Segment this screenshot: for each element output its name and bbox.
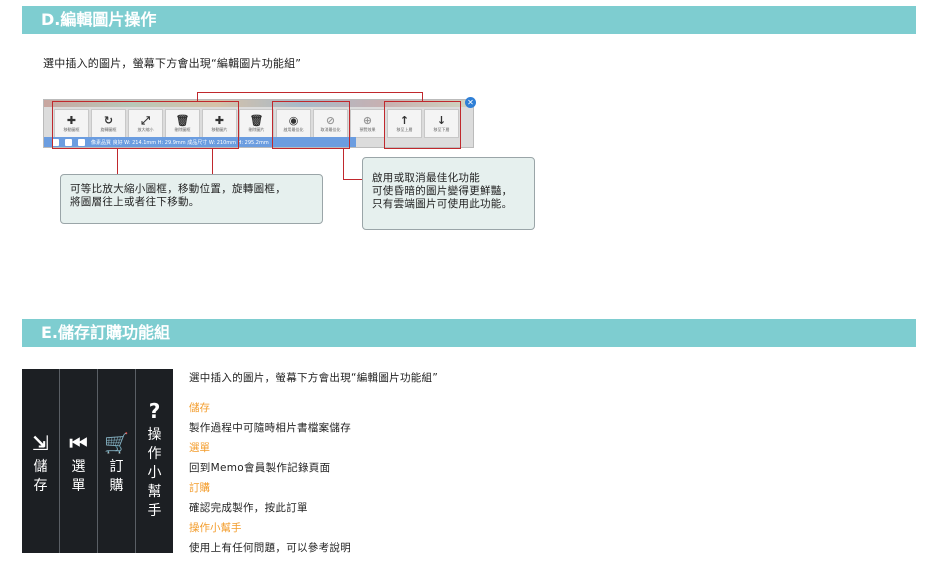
toolbar-button-label: 刪除圖片 xyxy=(248,126,265,132)
section-e-description: 選中插入的圖片，螢幕下方會出現“編輯圖片功能組” 儲存 製作過程中可隨時相片書檔… xyxy=(189,368,438,558)
panel-button-label: 訂購 xyxy=(109,459,124,494)
connector-line xyxy=(197,92,423,93)
section-e-intro: 選中插入的圖片，螢幕下方會出現“編輯圖片功能組” xyxy=(189,372,439,384)
connector-line xyxy=(422,92,423,101)
callout-frame-controls: 可等比放大縮小圖框，移動位置，旋轉圖框， 將圖層往上或者往下移動。 xyxy=(60,174,323,224)
connector-line xyxy=(212,149,213,174)
section-e-title: E.儲存訂購功能組 xyxy=(22,319,916,347)
rewind-icon: ⏮ xyxy=(69,431,88,455)
callout-line: 只有雲端圖片可使用此功能。 xyxy=(372,198,513,210)
zoom-icon: ⊕ xyxy=(362,113,373,127)
item-text-order: 確認完成製作，按此訂單 xyxy=(189,502,308,514)
section-d-title: D.編輯圖片操作 xyxy=(22,6,916,34)
highlight-optimize-group xyxy=(272,101,350,149)
connector-line xyxy=(117,149,118,174)
item-text-menu: 回到Memo會員製作記錄頁面 xyxy=(189,462,331,474)
panel-button[interactable]: ⏮ 選單 xyxy=(60,369,98,553)
toolbar-close-icon[interactable]: ✕ xyxy=(465,97,476,108)
connector-line xyxy=(343,179,362,180)
callout-line: 將圖層往上或者往下移動。 xyxy=(70,196,200,208)
save-order-panel: ⇲ 儲存 ⏮ 選單 🛒 訂購? 操作小幫手 xyxy=(22,369,173,553)
highlight-layer-group xyxy=(384,101,461,149)
toolbar-button-label: 預覽效果 xyxy=(359,126,376,132)
item-text-save: 製作過程中可隨時相片書檔案儲存 xyxy=(189,422,351,434)
callout-optimize: 啟用或取消最佳化功能 可使昏暗的圖片變得更鮮豔， 只有雲端圖片可使用此功能。 xyxy=(362,157,535,230)
item-heading-help: 操作小幫手 xyxy=(189,522,242,534)
item-heading-order: 訂購 xyxy=(189,482,210,494)
panel-button-label: 儲存 xyxy=(33,459,48,494)
callout-line: 啟用或取消最佳化功能 xyxy=(372,172,480,184)
connector-line xyxy=(197,92,198,101)
cart-icon: 🛒 xyxy=(104,431,129,455)
item-text-help: 使用上有任何問題，可以參考說明 xyxy=(189,542,351,554)
highlight-left-group xyxy=(52,101,239,149)
section-d-intro: 選中插入的圖片，螢幕下方會出現“編輯圖片功能組” xyxy=(43,57,302,70)
item-heading-menu: 選單 xyxy=(189,442,210,454)
item-heading-save: 儲存 xyxy=(189,402,210,414)
connector-line xyxy=(343,149,344,179)
panel-button[interactable]: 🛒 訂購 xyxy=(98,369,136,553)
trash-icon: 🗑 xyxy=(249,113,264,127)
save-icon: ⇲ xyxy=(32,431,49,455)
callout-line: 可使昏暗的圖片變得更鮮豔， xyxy=(372,185,513,197)
panel-button[interactable]: ⇲ 儲存 xyxy=(22,369,60,553)
callout-line: 可等比放大縮小圖框，移動位置，旋轉圖框， xyxy=(70,183,286,195)
panel-button-label: 操作小幫手 xyxy=(147,427,162,519)
panel-button[interactable]: ? 操作小幫手 xyxy=(136,369,173,553)
toolbar-button[interactable]: ⊕ 預覽效果 xyxy=(350,109,385,138)
panel-button-label: 選單 xyxy=(71,459,86,494)
help-icon: ? xyxy=(148,399,161,423)
toolbar-button[interactable]: 🗑 刪除圖片 xyxy=(239,109,274,138)
